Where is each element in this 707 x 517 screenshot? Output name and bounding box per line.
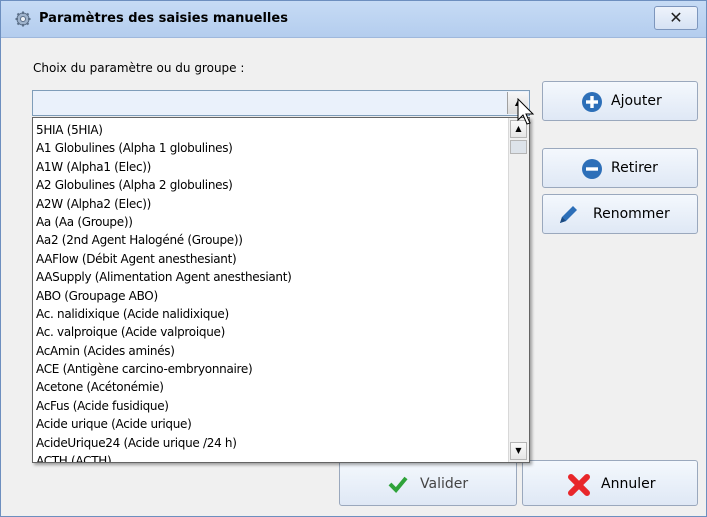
validate-button[interactable]: Valider	[339, 460, 517, 506]
list-item[interactable]: Ac. nalidixique (Acide nalidixique)	[36, 305, 506, 323]
plus-circle-icon	[582, 92, 602, 112]
window-title: Paramètres des saisies manuelles	[39, 11, 288, 26]
dialog-window: Paramètres des saisies manuelles ✕ Choix…	[0, 0, 707, 517]
rename-button-label: Renommer	[593, 206, 670, 222]
list-item[interactable]: Acide urique (Acide urique)	[36, 415, 506, 433]
minus-circle-icon	[582, 159, 602, 179]
cancel-button[interactable]: Annuler	[522, 460, 698, 506]
choice-label: Choix du paramètre ou du groupe :	[33, 61, 245, 75]
list-item[interactable]: Aa (Aa (Groupe))	[36, 213, 506, 231]
list-item[interactable]: Ac. valproique (Acide valproique)	[36, 323, 506, 341]
red-x-icon	[568, 474, 590, 496]
list-item[interactable]: ACTH (ACTH)	[36, 452, 506, 462]
list-item[interactable]: A1W (Alpha1 (Elec))	[36, 158, 506, 176]
validate-button-label: Valider	[420, 476, 469, 492]
list-item[interactable]: AcideUrique24 (Acide urique /24 h)	[36, 434, 506, 452]
parameter-combobox[interactable]: ▲	[32, 90, 530, 116]
check-icon	[388, 476, 408, 493]
list-item[interactable]: 5HIA (5HIA)	[36, 121, 506, 139]
list-item[interactable]: A2 Globulines (Alpha 2 globulines)	[36, 176, 506, 194]
list-item[interactable]: AASupply (Alimentation Agent anesthesian…	[36, 268, 506, 286]
add-button-label: Ajouter	[611, 93, 662, 109]
rename-button[interactable]: Renommer	[542, 194, 698, 234]
list-item[interactable]: AcAmin (Acides aminés)	[36, 342, 506, 360]
list-item[interactable]: Aa2 (2nd Agent Halogéné (Groupe))	[36, 231, 506, 249]
scroll-thumb[interactable]	[510, 140, 527, 154]
gear-icon	[15, 11, 31, 27]
dropdown-scrollbar[interactable]: ▲ ▼	[508, 118, 529, 462]
remove-button[interactable]: Retirer	[542, 148, 698, 188]
remove-button-label: Retirer	[611, 160, 658, 176]
dropdown-items: 5HIA (5HIA) A1 Globulines (Alpha 1 globul…	[36, 121, 506, 462]
parameter-dropdown-list[interactable]: 5HIA (5HIA) A1 Globulines (Alpha 1 globul…	[32, 117, 530, 463]
list-item[interactable]: A2W (Alpha2 (Elec))	[36, 195, 506, 213]
list-item[interactable]: ABO (Groupage ABO)	[36, 287, 506, 305]
close-icon: ✕	[669, 8, 683, 27]
list-item[interactable]: AAFlow (Débit Agent anesthesiant)	[36, 250, 506, 268]
pencil-icon	[560, 206, 577, 223]
mouse-cursor-icon	[517, 98, 535, 125]
list-item[interactable]: Acetone (Acétonémie)	[36, 378, 506, 396]
add-button[interactable]: Ajouter	[542, 81, 698, 121]
close-button[interactable]: ✕	[654, 6, 698, 30]
cancel-button-label: Annuler	[601, 476, 656, 492]
list-item[interactable]: ACE (Antigène carcino-embryonnaire)	[36, 360, 506, 378]
title-bar[interactable]: Paramètres des saisies manuelles ✕	[1, 1, 706, 38]
scroll-down-arrow[interactable]: ▼	[510, 442, 527, 460]
list-item[interactable]: A1 Globulines (Alpha 1 globulines)	[36, 139, 506, 157]
list-item[interactable]: AcFus (Acide fusidique)	[36, 397, 506, 415]
